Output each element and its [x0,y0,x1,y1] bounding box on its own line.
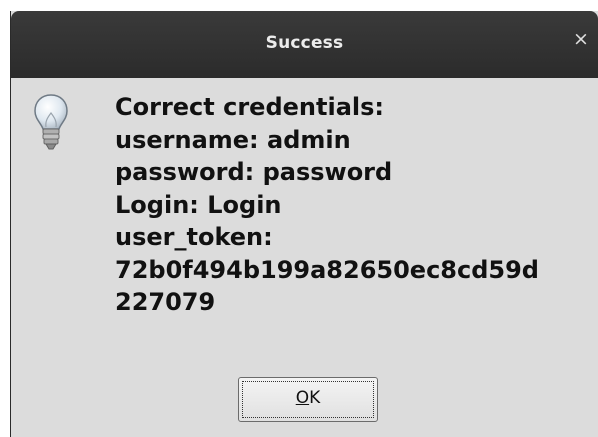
dialog-title: Success [265,33,344,53]
message-line: Login: Login [115,190,282,219]
ok-button[interactable]: OK [238,377,378,422]
message-line: username: admin [115,125,351,154]
message-line: password: password [115,158,393,186]
message-line: Correct credentials: [115,93,384,121]
lightbulb-icon [34,94,68,150]
close-icon[interactable]: × [570,28,592,50]
ok-button-label: OK [239,388,377,408]
message-line: user_token: [115,223,273,251]
message-line: 227079 [115,288,216,316]
ok-mnemonic: O [295,388,310,408]
title-bar[interactable]: Success × [11,11,598,78]
ok-label-rest: K [309,388,321,408]
success-dialog: Success × Correct credentials: username:… [10,11,598,437]
message-text: Correct credentials: username: admin pas… [115,91,595,319]
message-line: 72b0f494b199a82650ec8cd59d [115,255,539,284]
